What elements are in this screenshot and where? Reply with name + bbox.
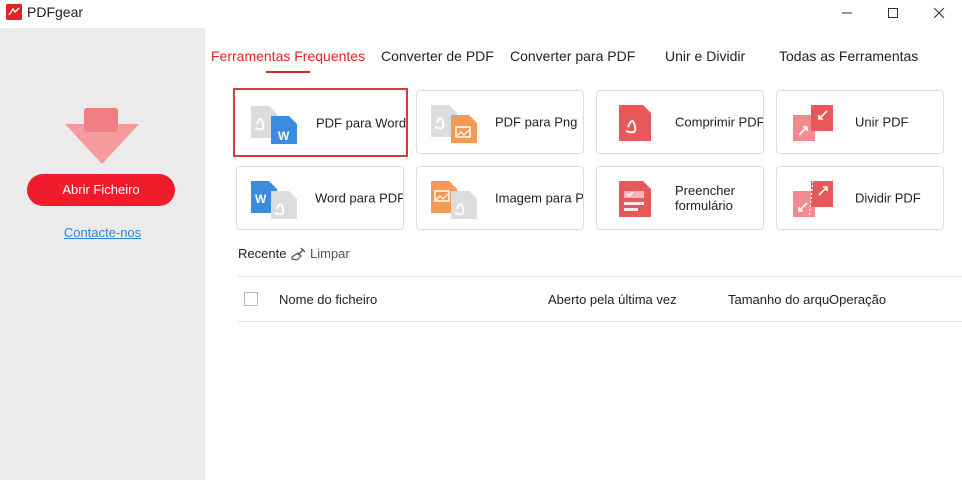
split-pdf-icon: [789, 179, 841, 219]
sidebar: Abrir Ficheiro Contacte-nos: [0, 28, 205, 480]
app-title: PDFgear: [27, 4, 84, 20]
word-to-pdf-icon: W: [249, 179, 301, 219]
close-button[interactable]: [916, 0, 962, 26]
tool-pdf-to-word[interactable]: W PDF para Word: [233, 88, 408, 157]
column-header-last-opened[interactable]: Aberto pela última vez: [548, 292, 677, 307]
close-icon: [933, 7, 945, 19]
tool-label: PDF para Word: [316, 115, 407, 130]
tool-label: Comprimir PDF: [675, 114, 764, 130]
tab-frequent-tools[interactable]: Ferramentas Frequentes: [211, 48, 365, 64]
column-header-file-size[interactable]: Tamanho do arquivo: [728, 292, 829, 307]
tool-label: Imagem para PDF: [495, 190, 584, 206]
tool-image-to-pdf[interactable]: Imagem para PDF: [416, 166, 584, 230]
svg-text:W: W: [255, 192, 267, 206]
maximize-icon: [888, 8, 898, 18]
image-to-pdf-icon: [429, 179, 481, 219]
tool-label: Unir PDF: [855, 114, 909, 130]
column-header-operation[interactable]: Operação: [829, 292, 886, 307]
tool-label: Word para PDF: [315, 190, 404, 206]
tab-merge-split[interactable]: Unir e Dividir: [665, 48, 745, 64]
tool-fill-form[interactable]: Preencher formulário: [596, 166, 764, 230]
clear-button[interactable]: Limpar: [291, 246, 350, 261]
active-tab-indicator: [266, 71, 310, 73]
fill-form-icon: [609, 179, 661, 219]
minimize-button[interactable]: [824, 0, 870, 26]
tool-label: Dividir PDF: [855, 190, 921, 206]
tool-label: Preencher formulário: [675, 183, 735, 213]
recent-label: Recente: [238, 246, 287, 261]
merge-pdf-icon: [789, 103, 841, 143]
tool-label: PDF para Png: [495, 114, 578, 130]
table-divider: [238, 321, 962, 322]
tab-convert-from-pdf[interactable]: Converter de PDF: [381, 48, 494, 64]
compress-pdf-icon: [609, 103, 661, 143]
minimize-icon: [842, 12, 852, 14]
tool-word-to-pdf[interactable]: W Word para PDF: [236, 166, 404, 230]
tool-compress-pdf[interactable]: Comprimir PDF: [596, 90, 764, 154]
clear-label: Limpar: [310, 246, 350, 261]
column-header-file-name[interactable]: Nome do ficheiro: [279, 292, 377, 307]
contact-link[interactable]: Contacte-nos: [0, 225, 205, 240]
select-all-checkbox[interactable]: [244, 292, 258, 306]
tool-split-pdf[interactable]: Dividir PDF: [776, 166, 944, 230]
pdf-to-word-icon: W: [249, 104, 301, 144]
broom-icon: [291, 247, 306, 261]
tool-merge-pdf[interactable]: Unir PDF: [776, 90, 944, 154]
svg-text:W: W: [278, 129, 290, 143]
open-file-button[interactable]: Abrir Ficheiro: [27, 174, 175, 206]
tool-pdf-to-png[interactable]: PDF para Png: [416, 90, 584, 154]
app-logo-icon: [6, 4, 22, 20]
table-divider: [238, 276, 962, 277]
title-bar: PDFgear: [0, 0, 962, 28]
tab-convert-to-pdf[interactable]: Converter para PDF: [510, 48, 635, 64]
tab-all-tools[interactable]: Todas as Ferramentas: [779, 48, 918, 64]
maximize-button[interactable]: [870, 0, 916, 26]
pdf-to-png-icon: [429, 103, 481, 143]
download-arrow-icon: [63, 106, 141, 166]
